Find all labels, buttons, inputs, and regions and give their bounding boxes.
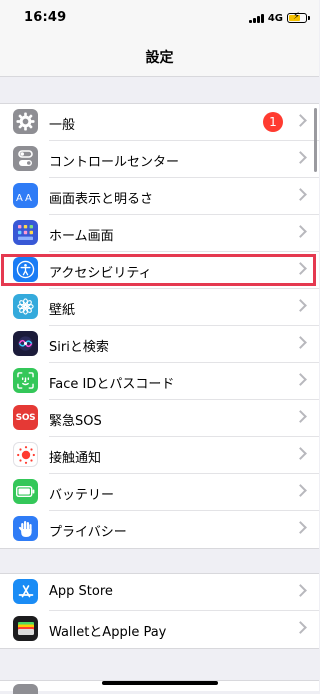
settings-row-label: 画面表示と明るさ [49, 192, 154, 207]
settings-row-siri[interactable]: Siriと検索 [0, 326, 319, 363]
settings-row-general[interactable]: 一般 1 [0, 104, 319, 141]
accessibility-icon [13, 257, 38, 282]
status-bar: 16:49 4G ⚡ [0, 0, 319, 36]
settings-row-label: 接触通知 [49, 451, 102, 466]
wallet-icon [13, 616, 38, 641]
settings-row-battery[interactable]: バッテリー [0, 474, 319, 511]
app-store-icon [13, 579, 38, 604]
sos-icon: SOS [13, 405, 38, 430]
chevron-right-icon [294, 447, 307, 460]
settings-group-store: App Store WalletとApple Pay [0, 573, 319, 649]
chevron-right-icon [294, 336, 307, 349]
settings-row-label: 壁紙 [49, 303, 76, 318]
settings-row-accessibility[interactable]: アクセシビリティ [0, 252, 319, 289]
settings-row-label: コントロールセンター [49, 155, 180, 170]
settings-row-label: アクセシビリティ [49, 266, 152, 281]
scrollbar[interactable] [314, 108, 317, 172]
chevron-right-icon [294, 188, 307, 201]
battery-icon: ⚡ [287, 11, 310, 23]
home-indicator[interactable] [102, 681, 218, 685]
settings-row-label: Siriと検索 [49, 340, 109, 355]
gear-icon [13, 109, 38, 134]
notification-badge: 1 [263, 112, 283, 132]
text-size-icon: AA [13, 183, 38, 208]
chevron-right-icon [294, 299, 307, 312]
settings-row-label: App Store [49, 584, 113, 599]
hand-icon [13, 516, 38, 541]
settings-row-face-id[interactable]: Face IDとパスコード [0, 363, 319, 400]
settings-row-label: プライバシー [49, 525, 127, 540]
settings-row-display[interactable]: AA 画面表示と明るさ [0, 178, 319, 215]
settings-row-wallet[interactable]: WalletとApple Pay [0, 611, 319, 648]
chevron-right-icon [294, 373, 307, 386]
settings-row-app-store[interactable]: App Store [0, 574, 319, 611]
partial-icon [13, 684, 38, 694]
grid-icon [13, 220, 38, 245]
sos-icon-text: SOS [15, 412, 36, 423]
settings-row-label: Face IDとパスコード [49, 377, 175, 392]
page-title: 設定 [145, 50, 174, 66]
chevron-right-icon [294, 151, 307, 164]
flower-icon [13, 294, 38, 319]
settings-row-exposure-notifications[interactable]: 接触通知 [0, 437, 319, 474]
settings-group-main: 一般 1 コントロールセンター AA 画面表示と明るさ ホーム画面 アクセシビリ… [0, 103, 319, 549]
chevron-right-icon [294, 584, 307, 597]
siri-icon [13, 331, 38, 356]
navigation-bar: 設定 [0, 36, 319, 77]
chevron-right-icon [294, 521, 307, 534]
status-time: 16:49 [24, 10, 67, 25]
chevron-right-icon [294, 410, 307, 423]
settings-row-label: バッテリー [49, 488, 115, 503]
settings-row-label: 一般 [49, 118, 76, 133]
status-indicators: 4G ⚡ [248, 11, 310, 25]
exposure-icon [13, 442, 38, 467]
chevron-right-icon [294, 225, 307, 238]
settings-row-emergency-sos[interactable]: SOS 緊急SOS [0, 400, 319, 437]
settings-row-wallpaper[interactable]: 壁紙 [0, 289, 319, 326]
svg-text:A: A [25, 193, 32, 202]
settings-row-home-screen[interactable]: ホーム画面 [0, 215, 319, 252]
chevron-right-icon [294, 484, 307, 497]
chevron-right-icon [294, 114, 307, 127]
svg-text:A: A [16, 193, 23, 202]
chevron-right-icon [294, 262, 307, 275]
settings-row-control-center[interactable]: コントロールセンター [0, 141, 319, 178]
settings-row-label: WalletとApple Pay [49, 625, 167, 640]
face-id-icon [13, 368, 38, 393]
settings-row-label: ホーム画面 [49, 229, 114, 244]
settings-row-privacy[interactable]: プライバシー [0, 511, 319, 548]
switches-icon [13, 146, 38, 171]
chevron-right-icon [294, 621, 307, 634]
signal-icon [248, 13, 264, 23]
battery-icon [13, 479, 38, 504]
network-type: 4G [267, 12, 283, 24]
settings-row-label: 緊急SOS [49, 414, 102, 429]
